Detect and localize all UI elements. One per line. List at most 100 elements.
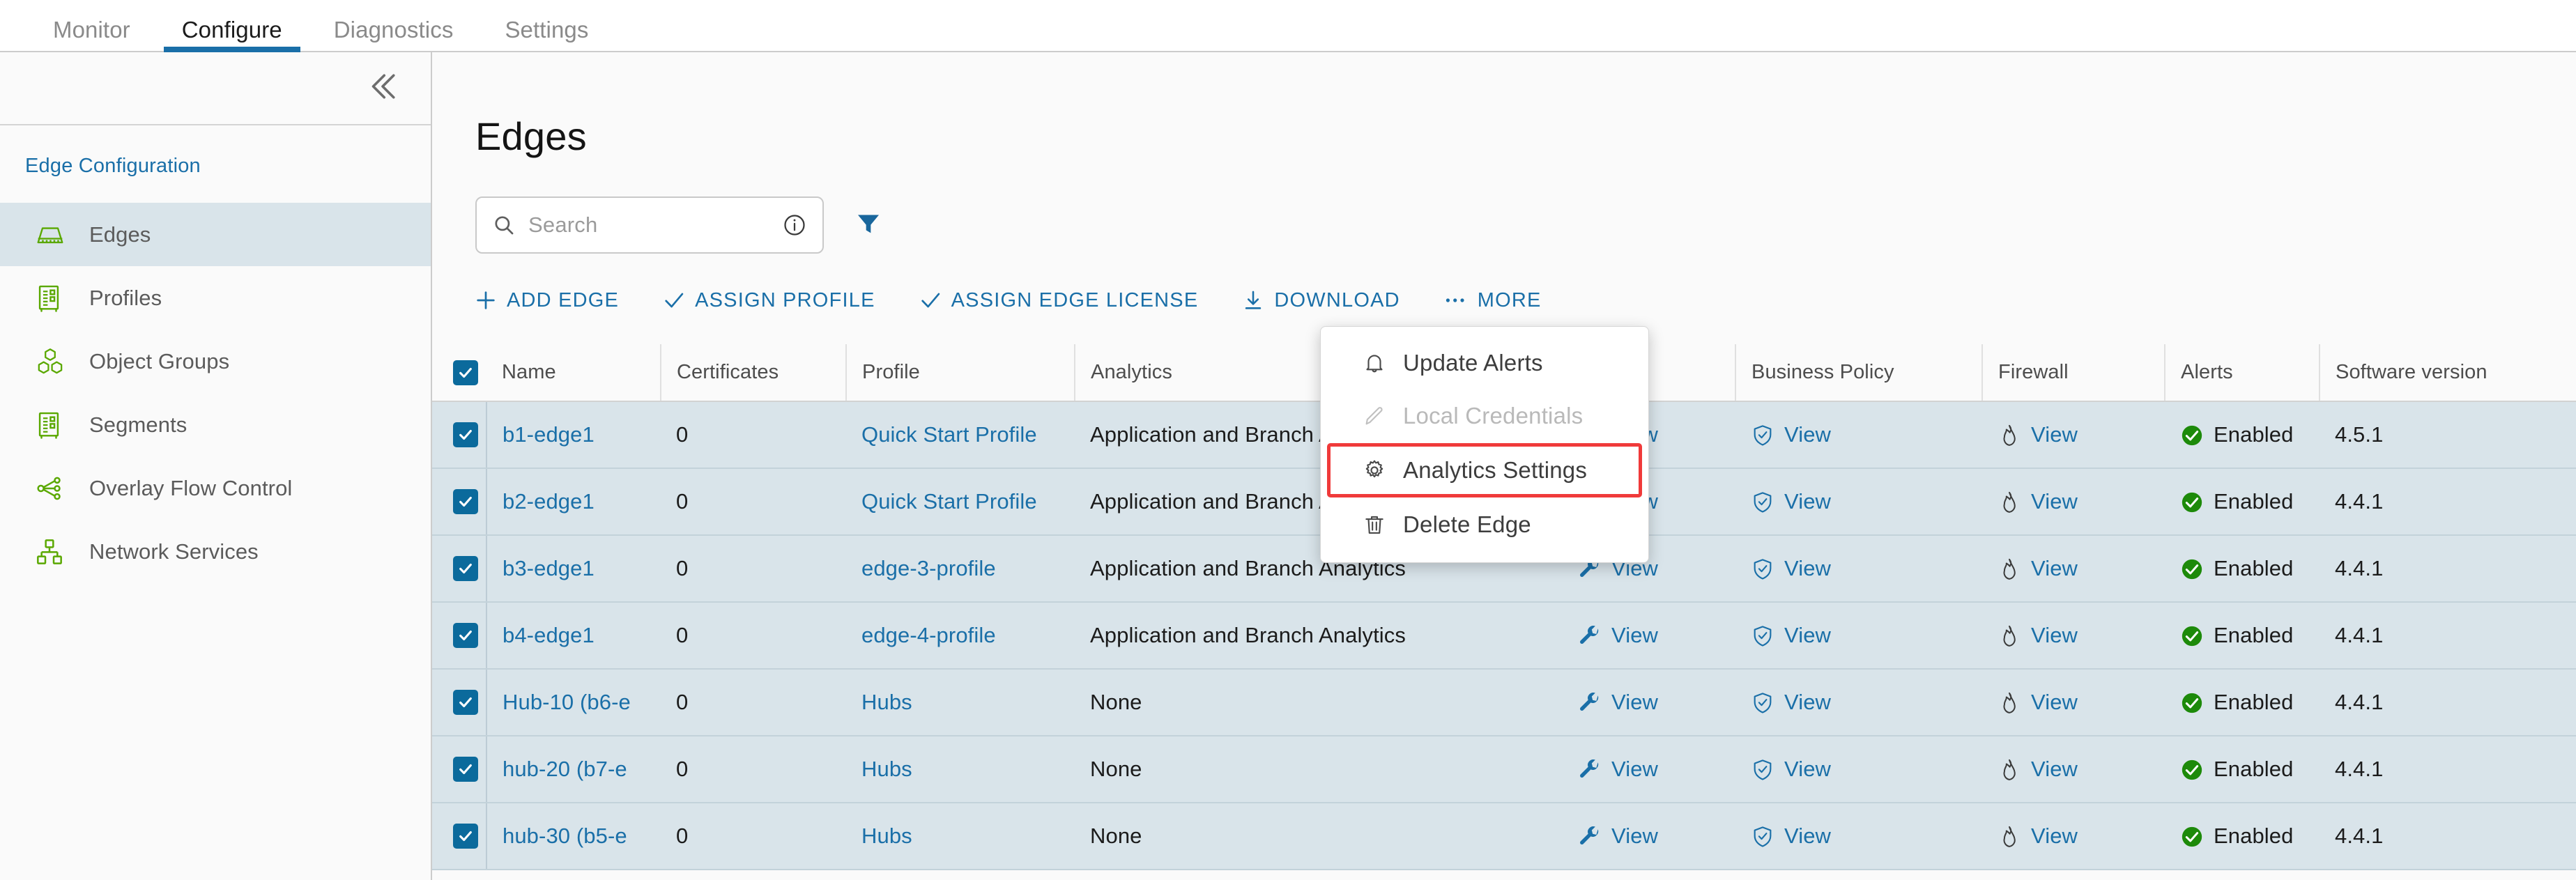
cell-business-policy[interactable]: View [1735, 535, 1982, 603]
business-policy-view-link[interactable]: View [1784, 824, 1831, 849]
select-all-checkbox[interactable] [453, 360, 478, 385]
cell-business-policy[interactable]: View [1735, 468, 1982, 536]
search-input[interactable]: Search [475, 196, 824, 254]
row-checkbox-cell[interactable] [432, 602, 487, 670]
cell-firewall[interactable]: View [1982, 468, 2165, 536]
column-header-firewall[interactable]: Firewall [1982, 344, 2165, 402]
cell-business-policy[interactable]: View [1735, 736, 1982, 803]
device-view-link[interactable]: View [1611, 824, 1658, 849]
cell-name[interactable]: b4-edge1 [486, 602, 661, 670]
menu-item-delete-edge[interactable]: Delete Edge [1321, 498, 1648, 551]
chevron-double-left-icon[interactable] [364, 68, 401, 109]
column-header-business-policy[interactable]: Business Policy [1735, 344, 1983, 402]
tab-settings[interactable]: Settings [486, 18, 606, 51]
tab-configure[interactable]: Configure [163, 18, 300, 52]
column-header-profile[interactable]: Profile [846, 344, 1075, 402]
cell-name[interactable]: b2-edge1 [486, 468, 661, 536]
cell-profile[interactable]: edge-3-profile [846, 535, 1075, 603]
device-view-link[interactable]: View [1611, 690, 1658, 715]
assign-profile-button[interactable]: ASSIGN PROFILE [662, 288, 875, 312]
business-policy-view-link[interactable]: View [1784, 556, 1831, 581]
row-checkbox-cell[interactable] [432, 468, 487, 536]
sidebar-item-overlay-flow-control[interactable]: Overlay Flow Control [0, 456, 431, 520]
cell-firewall[interactable]: View [1982, 803, 2165, 870]
cell-device[interactable]: View [1563, 602, 1735, 670]
business-policy-view-link[interactable]: View [1784, 757, 1831, 782]
cell-name[interactable]: hub-20 (b7-e [486, 736, 661, 803]
cell-profile[interactable]: Hubs [846, 803, 1075, 870]
business-policy-view-link[interactable]: View [1784, 690, 1831, 715]
firewall-view-link[interactable]: View [2031, 690, 2078, 715]
business-policy-view-link[interactable]: View [1784, 489, 1831, 514]
tab-diagnostics[interactable]: Diagnostics [316, 18, 472, 51]
row-checkbox[interactable] [453, 690, 478, 715]
cell-name[interactable]: Hub-10 (b6-e [486, 669, 661, 736]
cell-business-policy[interactable]: View [1735, 602, 1982, 670]
info-circle-icon[interactable] [782, 213, 807, 238]
row-checkbox-cell[interactable] [432, 669, 487, 736]
device-view-link[interactable]: View [1611, 623, 1658, 648]
cell-profile[interactable]: Quick Start Profile [846, 401, 1075, 469]
cell-profile[interactable]: Hubs [846, 669, 1075, 736]
table-row[interactable]: b4-edge1 0 edge-4-profile Application and B… [432, 602, 2576, 670]
sidebar-item-profiles[interactable]: Profiles [0, 266, 431, 330]
cell-profile[interactable]: Hubs [846, 736, 1075, 803]
firewall-view-link[interactable]: View [2031, 623, 2078, 648]
cell-name[interactable]: hub-30 (b5-e [486, 803, 661, 870]
cell-profile[interactable]: Quick Start Profile [846, 468, 1075, 536]
flame-icon [1998, 691, 2021, 715]
menu-item-update-alerts[interactable]: Update Alerts [1321, 337, 1648, 389]
funnel-filter-icon[interactable] [854, 210, 882, 241]
table-row[interactable]: hub-30 (b5-e 0 Hubs None View View View Enabled… [432, 803, 2576, 870]
sidebar-item-segments[interactable]: Segments [0, 393, 431, 456]
add-edge-button[interactable]: ADD EDGE [474, 288, 619, 312]
firewall-view-link[interactable]: View [2031, 556, 2078, 581]
cell-profile[interactable]: edge-4-profile [846, 602, 1075, 670]
menu-item-analytics-settings[interactable]: Analytics Settings [1327, 443, 1642, 497]
device-view-link[interactable]: View [1611, 757, 1658, 782]
firewall-view-link[interactable]: View [2031, 422, 2078, 447]
row-checkbox[interactable] [453, 422, 478, 447]
firewall-view-link[interactable]: View [2031, 824, 2078, 849]
cell-firewall[interactable]: View [1982, 401, 2165, 469]
cell-device[interactable]: View [1563, 803, 1735, 870]
tab-monitor[interactable]: Monitor [35, 18, 148, 51]
cell-firewall[interactable]: View [1982, 602, 2165, 670]
business-policy-view-link[interactable]: View [1784, 422, 1831, 447]
firewall-view-link[interactable]: View [2031, 757, 2078, 782]
cell-name[interactable]: b1-edge1 [486, 401, 661, 469]
row-checkbox-cell[interactable] [432, 401, 487, 469]
sidebar-item-network-services[interactable]: Network Services [0, 520, 431, 583]
row-checkbox[interactable] [453, 757, 478, 782]
business-policy-view-link[interactable]: View [1784, 623, 1831, 648]
cell-business-policy[interactable]: View [1735, 803, 1982, 870]
row-checkbox-cell[interactable] [432, 535, 487, 603]
sidebar-item-edges[interactable]: Edges [0, 203, 431, 266]
column-header-alerts[interactable]: Alerts [2165, 344, 2320, 402]
cell-firewall[interactable]: View [1982, 535, 2165, 603]
cell-device[interactable]: View [1563, 736, 1735, 803]
cell-business-policy[interactable]: View [1735, 401, 1982, 469]
cell-firewall[interactable]: View [1982, 669, 2165, 736]
row-checkbox-cell[interactable] [432, 736, 487, 803]
table-row[interactable]: Hub-10 (b6-e 0 Hubs None View View View Enabled… [432, 669, 2576, 736]
row-checkbox-cell[interactable] [432, 803, 487, 870]
check-icon [662, 288, 686, 312]
cell-name[interactable]: b3-edge1 [486, 535, 661, 603]
firewall-view-link[interactable]: View [2031, 489, 2078, 514]
table-row[interactable]: hub-20 (b7-e 0 Hubs None View View View Enabled… [432, 736, 2576, 803]
cell-device[interactable]: View [1563, 669, 1735, 736]
row-checkbox[interactable] [453, 489, 478, 514]
cell-firewall[interactable]: View [1982, 736, 2165, 803]
sidebar-item-object-groups[interactable]: Object Groups [0, 330, 431, 393]
more-button[interactable]: MORE [1443, 288, 1542, 312]
download-button[interactable]: DOWNLOAD [1241, 288, 1400, 312]
column-header-name[interactable]: Name [486, 344, 661, 402]
cell-business-policy[interactable]: View [1735, 669, 1982, 736]
row-checkbox[interactable] [453, 824, 478, 849]
row-checkbox[interactable] [453, 556, 478, 581]
row-checkbox[interactable] [453, 623, 478, 648]
assign-edge-license-button[interactable]: ASSIGN EDGE LICENSE [919, 288, 1199, 312]
column-header-software-version[interactable]: Software version [2320, 344, 2576, 402]
column-header-certificates[interactable]: Certificates [661, 344, 847, 402]
